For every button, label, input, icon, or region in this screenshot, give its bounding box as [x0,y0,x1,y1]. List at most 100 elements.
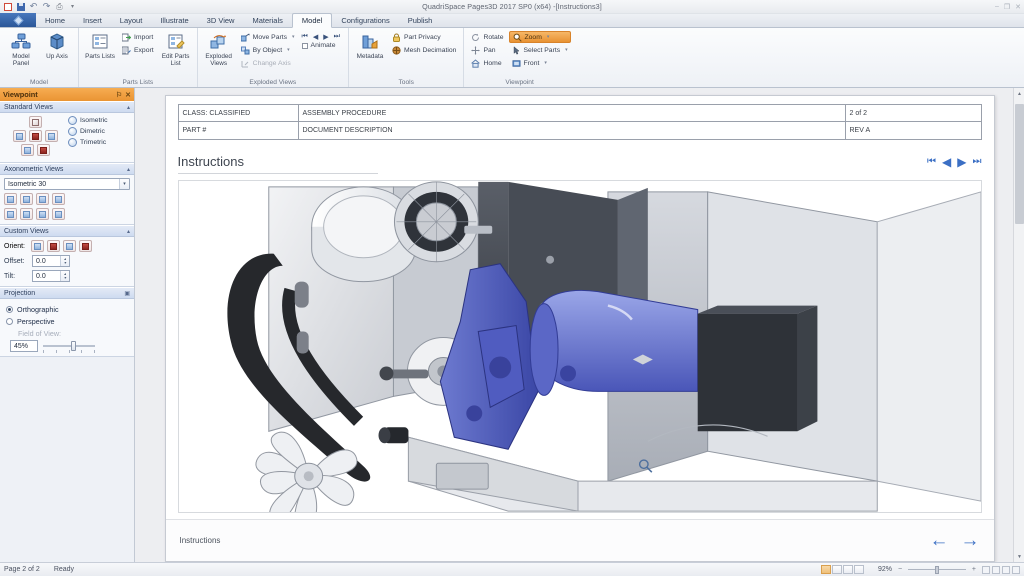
isometric-view-button[interactable]: Isometric [68,116,130,125]
status-mode-buttons[interactable] [982,565,1020,574]
scroll-up-icon[interactable]: ▲ [1014,88,1024,99]
first-page-button[interactable]: ⏮ [927,157,936,167]
edit-parts-list-button[interactable]: Edit Parts List [159,30,193,67]
exploded-views-button[interactable]: Exploded Views [202,30,236,67]
status-mode-1-icon[interactable] [982,565,990,574]
field-of-view-value[interactable]: 45% [10,340,38,352]
mesh-decimation-button[interactable]: Mesh Decimation [389,44,460,56]
chevron-down-icon[interactable]: ▾ [119,179,129,189]
dimetric-view-button[interactable]: Dimetric [68,127,130,136]
rotate-button[interactable]: Rotate [468,31,506,43]
front-view-button[interactable]: Front ▾ [509,57,571,69]
restore-button[interactable]: ❐ [1004,3,1010,11]
application-menu-button[interactable] [0,13,36,27]
axonometric-preset-dropdown[interactable]: Isometric 30 ▾ [4,178,130,190]
prev-page-button[interactable]: ◀ [942,156,951,168]
move-parts-button[interactable]: Move Parts ▾ [238,31,298,43]
tab-home[interactable]: Home [36,14,74,27]
perspective-radio-row[interactable]: Perspective [6,317,130,326]
last-step-button[interactable]: ⏭ [334,33,340,41]
pin-icon[interactable]: ⚐ [116,91,122,99]
section-header-axonometric-views[interactable]: Axonometric Views ▴ [0,163,134,175]
view-mode-print-layout-icon[interactable] [821,565,831,574]
zoom-slider[interactable]: − + [898,565,976,575]
tilt-stepper[interactable]: 0.0 ▴ ▾ [32,270,70,282]
orthographic-radio[interactable] [6,306,13,313]
axonometric-view-6-button[interactable] [20,208,33,220]
standard-view-bottom-button[interactable] [20,144,34,156]
home-button[interactable]: Home [468,57,506,69]
orient-4-button[interactable] [79,240,92,252]
status-mode-3-icon[interactable] [1002,565,1010,574]
import-button[interactable]: Import [119,31,157,43]
spinner-arrows-icon[interactable]: ▴ ▾ [60,271,69,281]
chevron-down-icon[interactable]: ▾ [547,34,550,40]
tab-illustrate[interactable]: Illustrate [151,14,197,27]
model-panel-button[interactable]: Model Panel [4,30,38,67]
by-object-button[interactable]: By Object ▾ [238,44,298,56]
chevron-down-icon[interactable]: ▾ [287,47,290,53]
tab-model[interactable]: Model [291,13,333,28]
last-page-button[interactable]: ⏭ [973,157,982,167]
standard-view-back-button[interactable] [36,144,50,156]
prev-step-button[interactable]: ◀ [313,33,318,41]
zoom-in-button[interactable]: + [972,566,976,574]
scroll-down-icon[interactable]: ▼ [1014,551,1024,562]
orient-2-button[interactable] [47,240,60,252]
next-step-button[interactable]: ▶ [323,33,328,41]
tab-publish[interactable]: Publish [399,14,442,27]
chevron-down-icon[interactable]: ▾ [565,47,568,53]
view-mode-web-layout-icon[interactable] [843,565,853,574]
offset-stepper[interactable]: 0.0 ▴ ▾ [32,255,70,267]
section-header-standard-views[interactable]: Standard Views ▴ [0,101,134,113]
orient-1-button[interactable] [31,240,44,252]
collapse-icon[interactable]: ▴ [127,104,130,111]
export-button[interactable]: Export [119,44,157,56]
axonometric-view-1-button[interactable] [4,193,17,205]
view-mode-full-screen-icon[interactable] [832,565,842,574]
trimetric-view-button[interactable]: Trimetric [68,138,130,147]
metadata-button[interactable]: Metadata [353,30,387,60]
view-mode-buttons[interactable] [821,565,864,574]
tab-insert[interactable]: Insert [74,14,111,27]
part-privacy-button[interactable]: Part Privacy [389,31,460,43]
axonometric-view-2-button[interactable] [20,193,33,205]
up-axis-button[interactable]: Up Axis [40,30,74,60]
tab-layout[interactable]: Layout [111,14,152,27]
footer-forward-arrow[interactable]: → [961,531,980,550]
model-viewport[interactable] [177,180,982,513]
axonometric-view-3-button[interactable] [36,193,49,205]
scrollbar-thumb[interactable] [1015,104,1024,224]
spinner-arrows-icon[interactable]: ▴ ▾ [60,256,69,266]
collapse-icon[interactable]: ▴ [127,228,130,235]
close-panel-icon[interactable]: ✕ [125,91,131,99]
next-page-button[interactable]: ▶ [957,156,966,168]
standard-view-left-button[interactable] [12,130,26,142]
parts-lists-button[interactable]: Parts Lists [83,30,117,60]
tab-materials[interactable]: Materials [243,14,291,27]
status-mode-4-icon[interactable] [1012,565,1020,574]
chevron-down-icon[interactable]: ▾ [544,60,547,66]
view-mode-outline-icon[interactable] [854,565,864,574]
field-of-view-slider[interactable] [43,340,95,353]
pan-button[interactable]: Pan [468,44,506,56]
standard-view-front-button[interactable] [28,130,42,142]
collapse-icon[interactable]: ▣ [124,290,130,297]
minimize-button[interactable]: – [995,3,999,10]
zoom-out-button[interactable]: − [898,566,902,574]
axonometric-view-8-button[interactable] [52,208,65,220]
animate-checkbox[interactable] [301,42,308,49]
collapse-icon[interactable]: ▴ [127,166,130,173]
perspective-radio[interactable] [6,318,13,325]
status-mode-2-icon[interactable] [992,565,1000,574]
zoom-slider-thumb[interactable] [935,565,939,574]
footer-back-arrow[interactable]: ← [930,531,949,550]
tab-configurations[interactable]: Configurations [332,14,398,27]
axonometric-view-5-button[interactable] [4,208,17,220]
standard-view-right-button[interactable] [44,130,58,142]
chevron-down-icon[interactable]: ▾ [292,34,295,40]
section-header-custom-views[interactable]: Custom Views ▴ [0,225,134,237]
tab-3d-view[interactable]: 3D View [198,14,244,27]
zoom-button[interactable]: Zoom ▾ [508,31,571,43]
animate-checkbox-row[interactable]: Animate [300,42,344,49]
